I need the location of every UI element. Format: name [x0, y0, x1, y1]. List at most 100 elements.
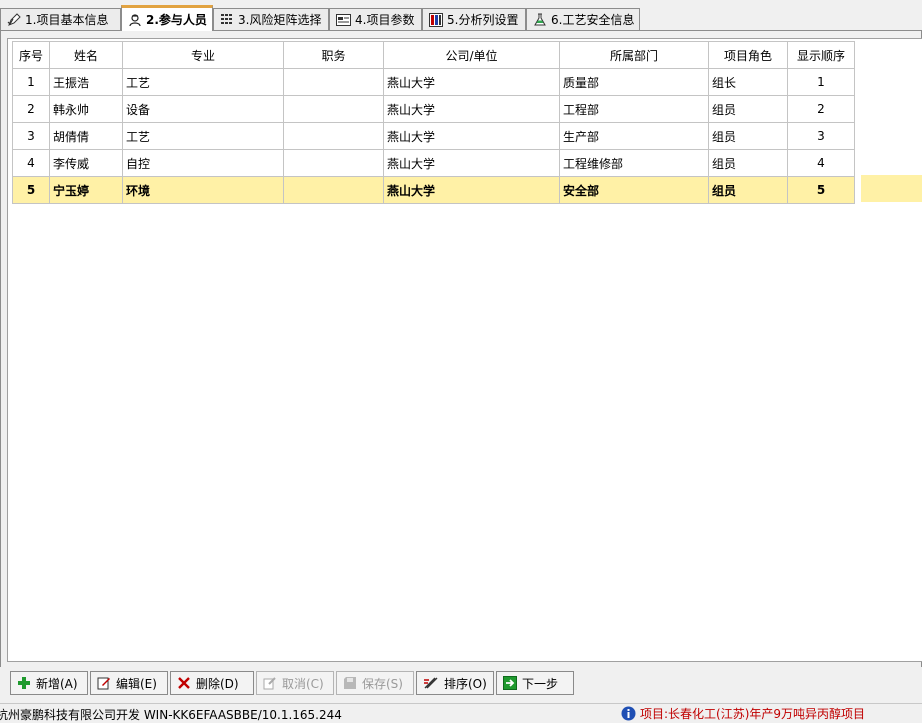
cell-position[interactable] [283, 149, 384, 177]
add-button[interactable]: 新增(A) [10, 671, 88, 695]
sort-button[interactable]: 排序(O) [416, 671, 494, 695]
columns-icon [429, 12, 443, 27]
tab-label: 4.项目参数 [355, 13, 415, 27]
developer-host-info: 杭州豪鹏科技有限公司开发 WIN-KK6EFAASBBE/10.1.165.24… [0, 708, 342, 722]
cell-name[interactable]: 宁玉婷 [49, 176, 123, 204]
edit-button[interactable]: 编辑(E) [90, 671, 168, 695]
cell-department[interactable]: 生产部 [559, 122, 709, 150]
action-toolbar: 新增(A) 编辑(E) 删除(D) 取消(C) 保存(S) 排序(O) 下一步 [0, 667, 922, 703]
grid-header-row: 序号 姓名 专业 职务 公司/单位 所属部门 项目角色 显示顺序 [12, 41, 855, 69]
col-header-specialty[interactable]: 专业 [122, 41, 284, 69]
cell-name[interactable]: 胡倩倩 [49, 122, 123, 150]
cell-role[interactable]: 组员 [708, 122, 788, 150]
info-icon [621, 706, 636, 721]
person-icon [129, 13, 141, 26]
tab-participants[interactable]: 2.参与人员 [121, 5, 213, 31]
cell-seq[interactable]: 1 [12, 68, 50, 96]
cell-display-order[interactable]: 3 [787, 122, 855, 150]
undo-edit-icon [263, 677, 276, 690]
tab-risk-matrix[interactable]: 3.风险矩阵选择 [213, 8, 329, 30]
save-icon [344, 677, 356, 689]
cell-specialty[interactable]: 工艺 [122, 68, 284, 96]
delete-button[interactable]: 删除(D) [170, 671, 254, 695]
edit-button-label: 编辑(E) [116, 676, 157, 691]
cancel-button-label: 取消(C) [282, 676, 324, 691]
participants-grid-panel: 序号 姓名 专业 职务 公司/单位 所属部门 项目角色 显示顺序 1 王振浩 工… [7, 38, 922, 662]
participants-grid: 序号 姓名 专业 职务 公司/单位 所属部门 项目角色 显示顺序 1 王振浩 工… [12, 41, 855, 204]
cell-name[interactable]: 王振浩 [49, 68, 123, 96]
cell-company[interactable]: 燕山大学 [383, 149, 560, 177]
cell-department[interactable]: 质量部 [559, 68, 709, 96]
col-header-role[interactable]: 项目角色 [708, 41, 788, 69]
selected-row-highlight [861, 175, 922, 202]
cell-display-order[interactable]: 2 [787, 95, 855, 123]
pencil-check-icon [7, 12, 21, 26]
col-header-company[interactable]: 公司/单位 [383, 41, 560, 69]
tab-project-basic-info[interactable]: 1.项目基本信息 [0, 8, 121, 30]
tab-label: 3.风险矩阵选择 [238, 13, 322, 27]
status-bar: 杭州豪鹏科技有限公司开发 WIN-KK6EFAASBBE/10.1.165.24… [0, 703, 922, 722]
edit-icon [97, 677, 110, 690]
cell-display-order[interactable]: 4 [787, 149, 855, 177]
table-row[interactable]: 1 王振浩 工艺 燕山大学 质量部 组长 1 [12, 68, 855, 96]
cell-company[interactable]: 燕山大学 [383, 68, 560, 96]
cell-name[interactable]: 李传威 [49, 149, 123, 177]
cancel-button[interactable]: 取消(C) [256, 671, 334, 695]
add-button-label: 新增(A) [36, 676, 78, 691]
save-button[interactable]: 保存(S) [336, 671, 414, 695]
cell-company[interactable]: 燕山大学 [383, 122, 560, 150]
next-step-button-label: 下一步 [522, 676, 559, 691]
delete-x-icon [178, 677, 190, 689]
cell-seq[interactable]: 3 [12, 122, 50, 150]
cell-position[interactable] [283, 176, 384, 204]
cell-position[interactable] [283, 95, 384, 123]
project-name-text: 项目:长春化工(江苏)年产9万吨异丙醇项目 [640, 707, 866, 721]
card-icon [336, 13, 351, 26]
cell-name[interactable]: 韩永帅 [49, 95, 123, 123]
cell-company[interactable]: 燕山大学 [383, 95, 560, 123]
cell-specialty[interactable]: 环境 [122, 176, 284, 204]
plus-icon [18, 677, 30, 689]
cell-company[interactable]: 燕山大学 [383, 176, 560, 204]
tab-analysis-columns[interactable]: 5.分析列设置 [422, 8, 526, 30]
project-status: 项目:长春化工(江苏)年产9万吨异丙醇项目 [621, 705, 865, 722]
cell-department[interactable]: 工程维修部 [559, 149, 709, 177]
col-header-name[interactable]: 姓名 [49, 41, 123, 69]
tab-process-safety-info[interactable]: 6.工艺安全信息 [526, 8, 640, 30]
table-row[interactable]: 3 胡倩倩 工艺 燕山大学 生产部 组员 3 [12, 122, 855, 150]
table-row-selected[interactable]: 5 宁玉婷 环境 燕山大学 安全部 组员 5 [12, 176, 855, 204]
col-header-position[interactable]: 职务 [283, 41, 384, 69]
cell-display-order[interactable]: 5 [787, 176, 855, 204]
sort-button-label: 排序(O) [444, 676, 487, 691]
cell-role[interactable]: 组员 [708, 149, 788, 177]
cell-department[interactable]: 工程部 [559, 95, 709, 123]
tab-label: 5.分析列设置 [447, 13, 519, 27]
col-header-display-order[interactable]: 显示顺序 [787, 41, 855, 69]
cell-position[interactable] [283, 122, 384, 150]
col-header-department[interactable]: 所属部门 [559, 41, 709, 69]
tab-label: 2.参与人员 [146, 13, 207, 27]
cell-seq[interactable]: 2 [12, 95, 50, 123]
next-step-button[interactable]: 下一步 [496, 671, 574, 695]
cell-seq[interactable]: 4 [12, 149, 50, 177]
cell-specialty[interactable]: 设备 [122, 95, 284, 123]
cell-department[interactable]: 安全部 [559, 176, 709, 204]
flask-icon [534, 13, 546, 25]
cell-specialty[interactable]: 工艺 [122, 122, 284, 150]
cell-position[interactable] [283, 68, 384, 96]
cell-display-order[interactable]: 1 [787, 68, 855, 96]
table-row[interactable]: 4 李传威 自控 燕山大学 工程维修部 组员 4 [12, 149, 855, 177]
table-row[interactable]: 2 韩永帅 设备 燕山大学 工程部 组员 2 [12, 95, 855, 123]
sort-icon [424, 677, 438, 689]
arrow-right-icon [503, 676, 517, 690]
cell-role[interactable]: 组员 [708, 95, 788, 123]
cell-seq[interactable]: 5 [12, 176, 50, 204]
cell-role[interactable]: 组员 [708, 176, 788, 204]
save-button-label: 保存(S) [362, 676, 403, 691]
cell-specialty[interactable]: 自控 [122, 149, 284, 177]
cell-role[interactable]: 组长 [708, 68, 788, 96]
tab-bar: 1.项目基本信息 2.参与人员 3.风险矩阵选择 4.项目参数 5.分析列设置 … [0, 0, 922, 32]
tab-label: 1.项目基本信息 [25, 13, 109, 27]
col-header-seq[interactable]: 序号 [12, 41, 50, 69]
tab-project-params[interactable]: 4.项目参数 [329, 8, 422, 30]
